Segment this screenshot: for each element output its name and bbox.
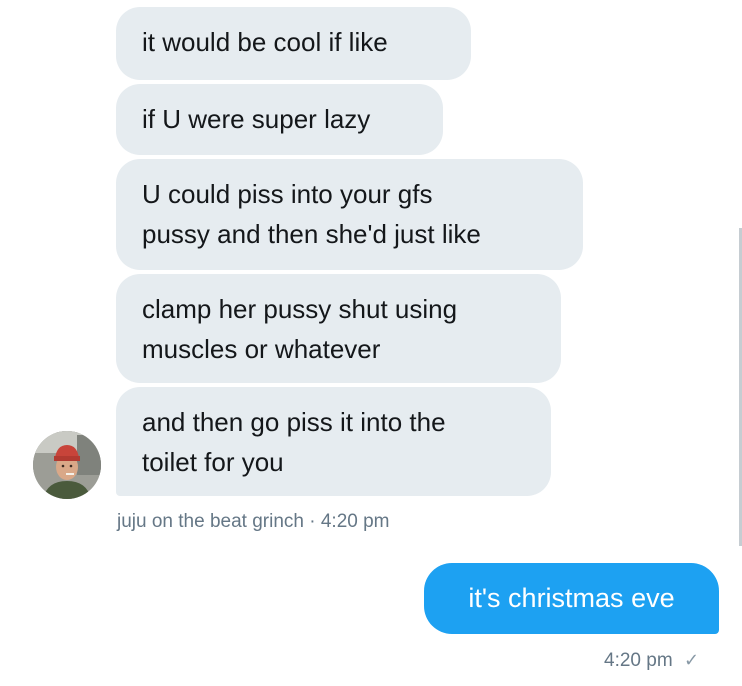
- message-bubble-received[interactable]: U could piss into your gfs pussy and the…: [116, 159, 583, 270]
- message-text: pussy and then she'd just like: [142, 219, 481, 249]
- sender-name[interactable]: juju on the beat grinch: [117, 511, 304, 532]
- message-bubble-received[interactable]: clamp her pussy shut using muscles or wh…: [116, 274, 561, 383]
- message-text: it would be cool if like: [142, 27, 388, 57]
- meta-separator: ·: [303, 511, 321, 532]
- message-text: muscles or whatever: [142, 334, 381, 364]
- message-text: and then go piss it into the: [142, 407, 446, 437]
- message-time: 4:20 pm: [604, 650, 673, 671]
- avatar-photo: [33, 431, 101, 499]
- checkmark-icon: ✓: [683, 650, 700, 670]
- message-text: if U were super lazy: [142, 104, 371, 134]
- sent-meta: 4:20 pm ✓: [604, 650, 699, 672]
- received-meta: juju on the beat grinch · 4:20 pm: [117, 511, 390, 533]
- message-bubble-sent[interactable]: it's christmas eve: [424, 563, 719, 634]
- message-text: U could piss into your gfs: [142, 179, 433, 209]
- message-bubble-received[interactable]: and then go piss it into the toilet for …: [116, 387, 551, 496]
- message-bubble-received[interactable]: it would be cool if like: [116, 7, 471, 80]
- message-text: it's christmas eve: [468, 583, 675, 613]
- message-bubble-received[interactable]: if U were super lazy: [116, 84, 443, 155]
- dm-conversation: it would be cool if like if U were super…: [0, 0, 742, 686]
- message-time: 4:20 pm: [320, 511, 390, 532]
- sender-avatar[interactable]: [33, 431, 101, 499]
- message-text: clamp her pussy shut using: [142, 294, 458, 324]
- message-text: toilet for you: [142, 447, 284, 477]
